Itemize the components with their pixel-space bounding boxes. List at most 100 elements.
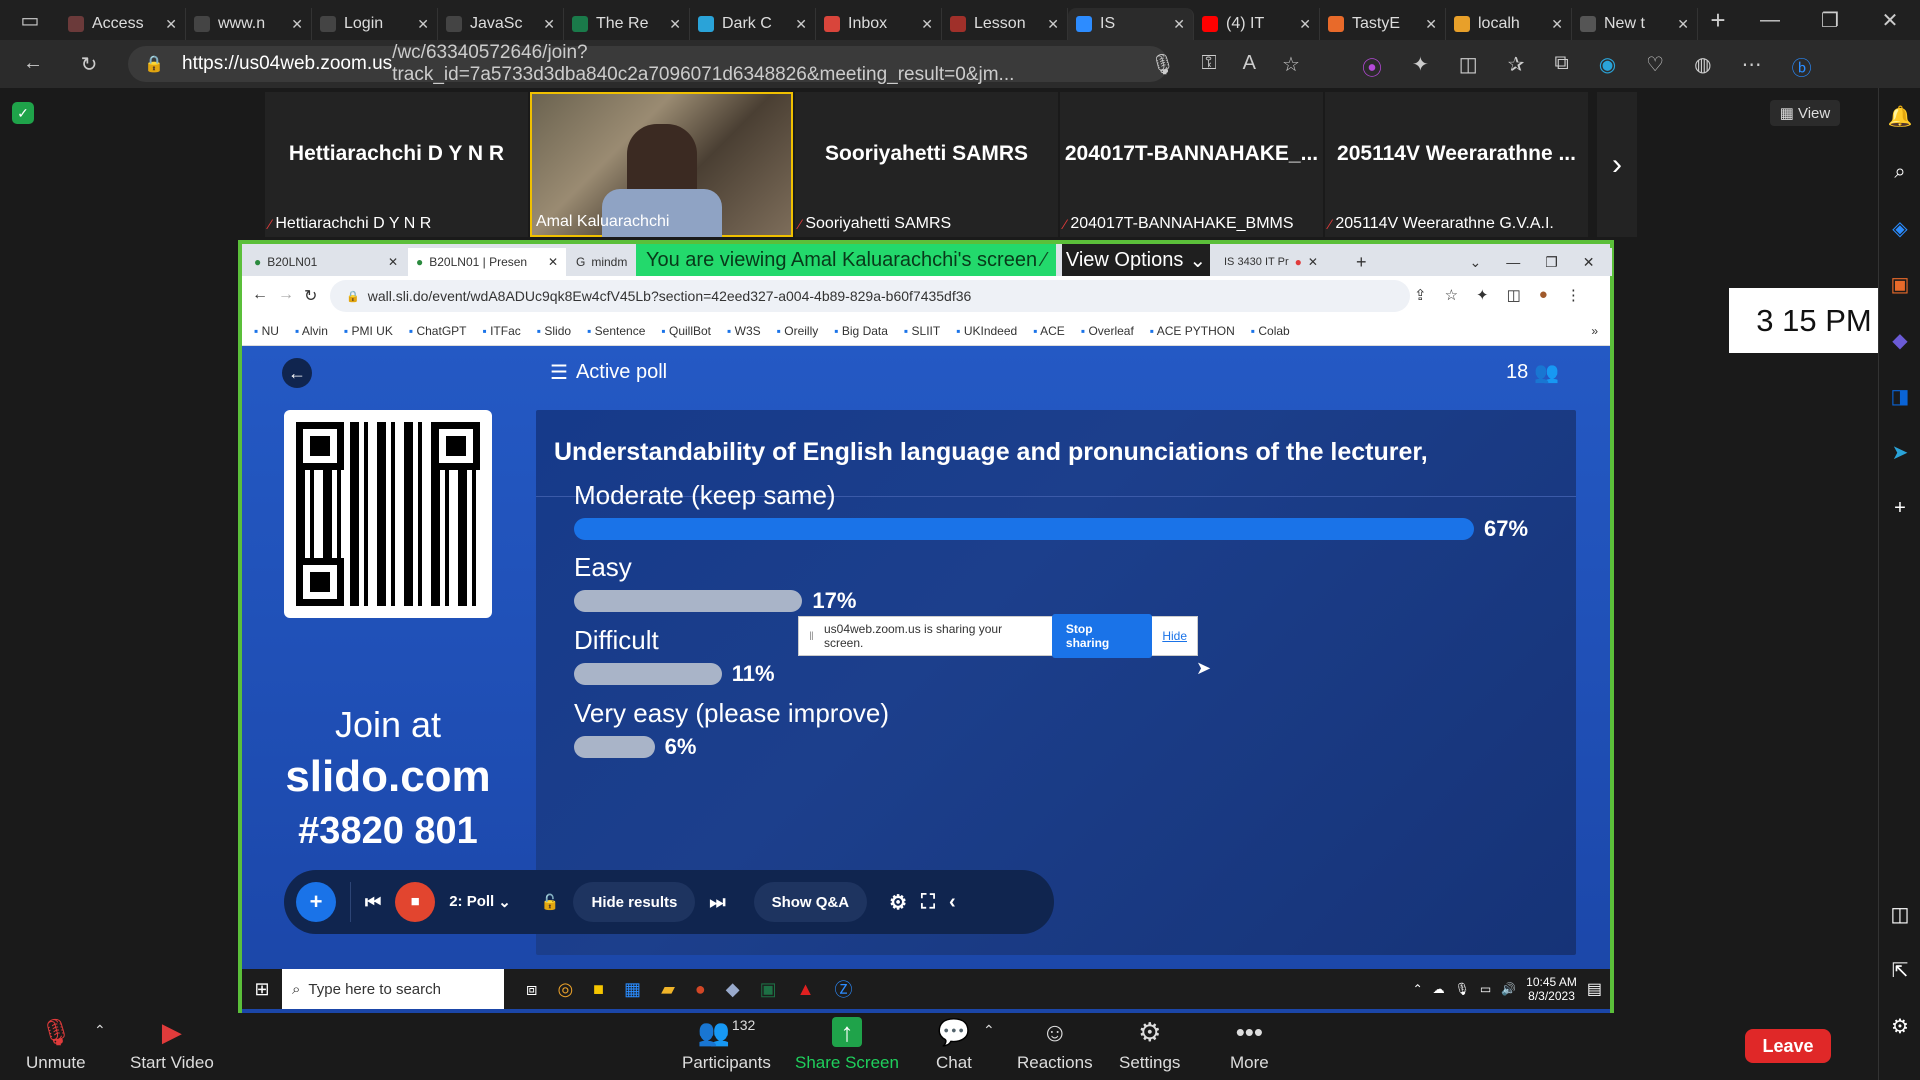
participant-tile[interactable]: Amal Kaluarachchi (530, 92, 793, 237)
view-options-button[interactable]: View Options ⌄ (1062, 244, 1210, 276)
puzzle-icon[interactable]: ✦ (1412, 52, 1429, 81)
lock-icon[interactable]: 🔓 (541, 893, 560, 911)
bookmarks-overflow-icon[interactable]: » (1591, 324, 1610, 338)
gear-icon[interactable]: ⚙ (889, 890, 907, 915)
more-menu-icon[interactable]: ⋮ (1566, 286, 1581, 304)
open-external-icon[interactable]: ⇱ (1879, 942, 1920, 998)
split-screen-icon[interactable]: ◫ (1459, 52, 1478, 81)
acrobat-icon[interactable]: ▲ (797, 979, 815, 1000)
new-tab-icon[interactable]: + (1348, 248, 1378, 276)
bookmark-item[interactable]: ▪ ITFac (482, 324, 520, 338)
drag-handle-icon[interactable]: ‖ (809, 629, 814, 643)
bookmark-item[interactable]: ▪ Colab (1251, 324, 1290, 338)
browser-tab[interactable]: IS ✕ (1068, 8, 1194, 40)
collapse-icon[interactable]: ‹ (949, 891, 956, 914)
bookmark-item[interactable]: ▪ ACE PYTHON (1150, 324, 1235, 338)
chrome-url-field[interactable]: 🔒 wall.sli.do/event/wdA8ADUc9qk8Ew4cfV45L… (330, 280, 1410, 312)
minimize-icon[interactable]: — (1740, 9, 1800, 32)
search-icon[interactable]: ⌕ (1879, 144, 1920, 200)
bookmark-item[interactable]: ▪ ACE (1033, 324, 1065, 338)
participant-tile[interactable]: Sooriyahetti SAMRS ⁄ Sooriyahetti SAMRS (795, 92, 1058, 237)
read-aloud-icon[interactable]: A (1243, 52, 1256, 77)
bookmark-item[interactable]: ▪ PMI UK (344, 324, 393, 338)
close-icon[interactable]: ✕ (1583, 254, 1595, 271)
extension-icon[interactable]: ✦ (1476, 286, 1489, 304)
games-icon[interactable]: ◆ (1879, 312, 1920, 368)
close-icon[interactable]: ✕ (291, 16, 303, 33)
participant-tile[interactable]: 204017T-BANNAHAKE_... ⁄ 204017T-BANNAHAKE_… (1060, 92, 1323, 237)
audio-options-chevron[interactable]: ⌃ (94, 1022, 106, 1039)
outlook-icon[interactable]: ◨ (1879, 368, 1920, 424)
minimize-icon[interactable]: — (1506, 254, 1520, 270)
file-explorer-icon[interactable]: ▰ (661, 979, 675, 1000)
next-icon[interactable]: ⏭ (709, 892, 725, 913)
browser-tab[interactable]: (4) IT ✕ (1194, 8, 1320, 40)
more-button[interactable]: ••• More (1230, 1017, 1269, 1073)
close-icon[interactable]: ✕ (1425, 16, 1437, 33)
stop-sharing-button[interactable]: Stop sharing (1051, 614, 1153, 658)
bookmark-item[interactable]: ▪ UKIndeed (956, 324, 1017, 338)
close-icon[interactable]: ✕ (165, 16, 177, 33)
browser-tab[interactable]: TastyE ✕ (1320, 8, 1446, 40)
sidebar-toggle-icon[interactable]: ◫ (1879, 886, 1920, 942)
bookmark-item[interactable]: ▪ Sentence (587, 324, 645, 338)
chrome-tab[interactable]: IS 3430 IT Pr ● ✕ (1216, 248, 1346, 276)
browser-tab[interactable]: Access ✕ (60, 8, 186, 40)
performance-icon[interactable]: ♡ (1646, 52, 1664, 81)
tab-actions-icon[interactable]: ▭ (0, 8, 60, 33)
close-icon[interactable]: ✕ (1308, 255, 1318, 269)
extension-icon[interactable]: ⦿ (1362, 52, 1382, 81)
close-icon[interactable]: ✕ (1173, 16, 1185, 33)
previous-icon[interactable]: ⏮ (365, 892, 381, 913)
forward-icon[interactable]: → (278, 286, 294, 304)
participants-button[interactable]: 👥 132 Participants (682, 1017, 771, 1073)
chrome-tab[interactable]: Gmindm (568, 248, 634, 276)
bookmark-item[interactable]: ▪ ChatGPT (409, 324, 467, 338)
back-icon[interactable]: ← (252, 286, 268, 304)
chrome-tab[interactable]: ● B20LN01 ✕ (246, 248, 406, 276)
edge-icon[interactable]: ◉ (1599, 52, 1616, 81)
chrome-tab[interactable]: ● B20LN01 | Presen ✕ (408, 248, 566, 276)
browser-tab[interactable]: Login ✕ (312, 8, 438, 40)
leave-button[interactable]: Leave (1745, 1029, 1831, 1063)
browser-tab[interactable]: localh ✕ (1446, 8, 1572, 40)
bookmark-item[interactable]: ▪ Oreilly (777, 324, 819, 338)
favorite-star-icon[interactable]: ☆ (1282, 52, 1300, 77)
refresh-icon[interactable]: ↻ (74, 52, 104, 77)
profile-avatar-icon[interactable]: ◍ (1694, 52, 1711, 81)
close-icon[interactable]: ✕ (388, 255, 398, 269)
close-window-icon[interactable]: ✕ (1860, 8, 1920, 33)
bookmark-item[interactable]: ▪ Big Data (834, 324, 888, 338)
browser-tab[interactable]: www.n ✕ (186, 8, 312, 40)
close-icon[interactable]: ✕ (417, 16, 429, 33)
share-screen-button[interactable]: ↑ Share Screen (795, 1017, 899, 1073)
close-icon[interactable]: ✕ (543, 16, 555, 33)
task-view-icon[interactable]: ⧈ (526, 979, 537, 1000)
taskbar-search[interactable]: ⌕ Type here to search (282, 969, 504, 1009)
show-qa-button[interactable]: Show Q&A (753, 882, 868, 922)
profile-icon[interactable]: ● (1539, 286, 1548, 304)
reactions-button[interactable]: ☺ Reactions (1017, 1017, 1093, 1073)
hide-results-button[interactable]: Hide results (573, 882, 696, 922)
powerpoint-icon[interactable]: ● (695, 979, 706, 1000)
sticky-notes-icon[interactable]: ■ (593, 979, 604, 1000)
add-icon[interactable]: + (1879, 480, 1920, 536)
shopping-tag-icon[interactable]: ◈ (1879, 200, 1920, 256)
restore-icon[interactable]: ❐ (1800, 8, 1860, 33)
excel-icon[interactable]: ▣ (760, 979, 777, 1000)
participant-tile[interactable]: Hettiarachchi D Y N R ⁄ Hettiarachchi D Y … (265, 92, 528, 237)
gear-icon[interactable]: ⚙ (1879, 998, 1920, 1054)
windows-start-icon[interactable]: ⊞ (242, 979, 282, 1000)
bookmark-item[interactable]: ▪ SLIIT (904, 324, 940, 338)
more-menu-icon[interactable]: ⋯ (1742, 52, 1762, 81)
url-field[interactable]: 🔒 https://us04web.zoom.us/wc/63340572646… (128, 42, 1168, 85)
close-icon[interactable]: ✕ (1677, 16, 1689, 33)
bookmark-item[interactable]: ▪ Overleaf (1081, 324, 1134, 338)
unmute-button[interactable]: 🎙 Unmute (26, 1017, 86, 1073)
browser-tab[interactable]: Lesson ✕ (942, 8, 1068, 40)
share-icon[interactable]: ⇪ (1414, 286, 1427, 304)
participant-tile[interactable]: 205114V Weerarathne ... ⁄ 205114V Weerarat… (1325, 92, 1588, 237)
zoom-app-icon[interactable]: Ⓩ (834, 976, 852, 1002)
tray-chevron-icon[interactable]: ⌃ (1413, 982, 1423, 996)
back-button[interactable]: ← (282, 358, 312, 388)
